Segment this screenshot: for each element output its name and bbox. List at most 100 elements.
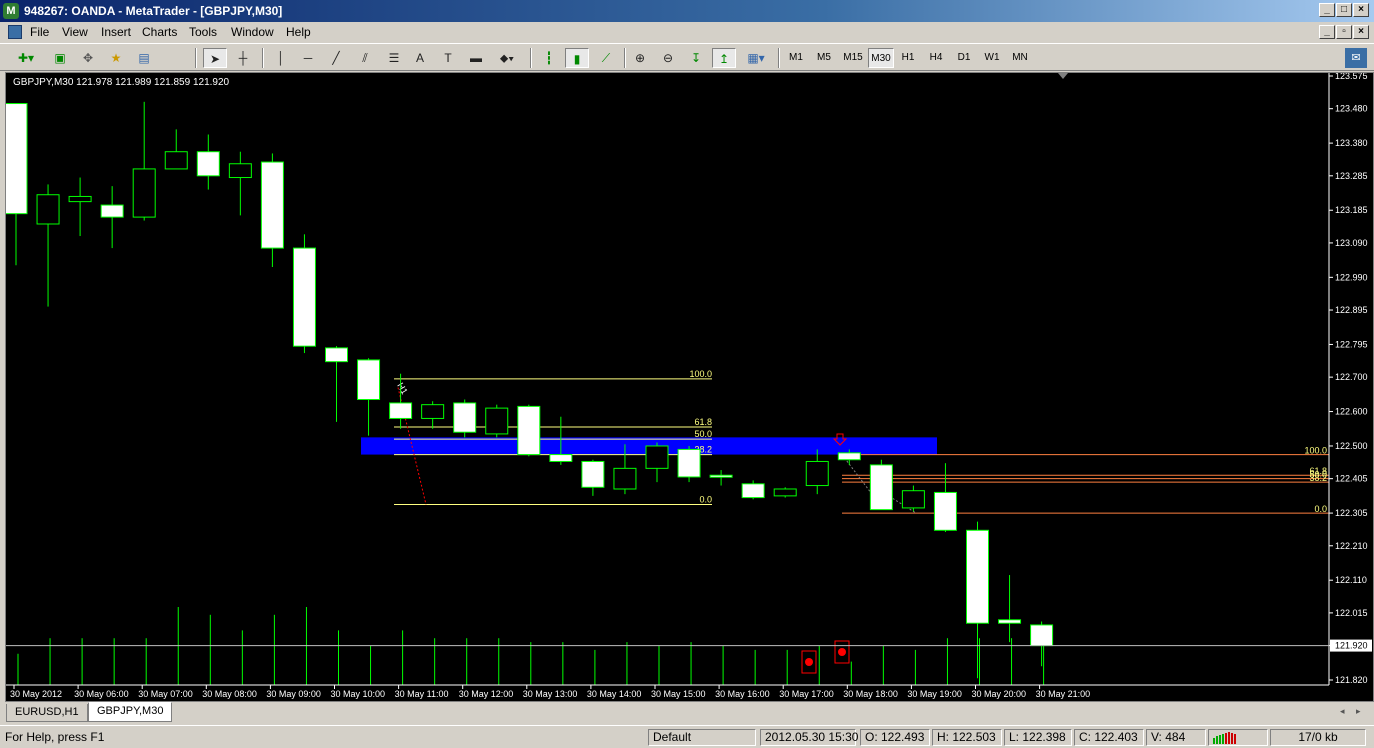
candle-body xyxy=(741,483,765,499)
candle-body xyxy=(325,347,348,363)
text-label-icon[interactable]: T xyxy=(438,48,458,68)
candlestick-icon[interactable]: ▮ xyxy=(565,48,589,68)
candle-body xyxy=(933,491,957,531)
timeframe-m15[interactable]: M15 xyxy=(840,48,866,68)
price-axis-label: 122.990 xyxy=(1335,272,1368,282)
price-axis-label: 122.015 xyxy=(1335,608,1368,618)
close-button[interactable]: × xyxy=(1353,3,1369,17)
candle-body xyxy=(966,529,989,624)
indicators-icon[interactable]: ▦▾ xyxy=(742,48,770,68)
maximize-button[interactable]: □ xyxy=(1336,3,1352,17)
chart-window[interactable]: 100.0 61.8 50.0 38.2 0.0 H1 100.0 61.8 50.0 38.2 0… xyxy=(5,72,1374,702)
new-chart-icon[interactable]: ✚▾ xyxy=(12,48,40,68)
candle-body xyxy=(100,204,124,218)
candle-body xyxy=(6,103,28,215)
app-icon: M xyxy=(3,3,19,19)
equidistant-channel-icon[interactable]: ⫽ xyxy=(354,48,376,68)
text-tool-icon[interactable]: A xyxy=(410,48,430,68)
status-volume: V: 484 xyxy=(1146,729,1206,746)
connection-icon xyxy=(1208,729,1268,746)
price-axis-label: 122.210 xyxy=(1335,541,1368,551)
timeframe-h1[interactable]: H1 xyxy=(896,48,920,68)
chart-shift-icon[interactable]: ↥ xyxy=(712,48,736,68)
rectangle-icon[interactable]: ▬ xyxy=(466,48,486,68)
menu-view[interactable]: View xyxy=(62,25,88,39)
fib-level-label: 61.8 xyxy=(694,417,712,427)
price-axis-label: 122.500 xyxy=(1335,441,1368,451)
time-axis-label: 30 May 14:00 xyxy=(587,689,642,699)
menu-help[interactable]: Help xyxy=(286,25,311,39)
price-axis-label: 123.380 xyxy=(1335,138,1368,148)
candle-body xyxy=(837,452,861,461)
document-icon[interactable] xyxy=(8,25,22,39)
status-high: H: 122.503 xyxy=(932,729,1002,746)
chat-icon[interactable]: ✉ xyxy=(1345,48,1367,68)
price-axis-label: 122.700 xyxy=(1335,372,1368,382)
wave-label: H1 xyxy=(395,381,409,396)
status-traffic: 17/0 kb xyxy=(1270,729,1366,746)
arrows-icon[interactable]: ⬥▾ xyxy=(494,48,520,68)
minimize-button[interactable]: _ xyxy=(1319,3,1335,17)
status-low: L: 122.398 xyxy=(1004,729,1072,746)
tab-scroll-right-icon[interactable]: ▸ xyxy=(1356,706,1361,717)
price-axis-label: 122.405 xyxy=(1335,474,1368,484)
vertical-line-icon[interactable]: │ xyxy=(272,48,290,68)
tab-eurusd-h1[interactable]: EURUSD,H1 xyxy=(6,704,88,722)
timeframe-d1[interactable]: D1 xyxy=(952,48,976,68)
menu-tools[interactable]: Tools xyxy=(189,25,217,39)
child-restore-button[interactable]: ▫ xyxy=(1336,25,1352,39)
child-minimize-button[interactable]: _ xyxy=(1319,25,1335,39)
menu-file[interactable]: File xyxy=(30,25,49,39)
status-open: O: 122.493 xyxy=(860,729,930,746)
menu-window[interactable]: Window xyxy=(231,25,274,39)
timeframe-m30[interactable]: M30 xyxy=(868,48,894,68)
horizontal-line-icon[interactable]: ─ xyxy=(298,48,318,68)
trendline-icon[interactable]: ╱ xyxy=(326,48,346,68)
time-axis-label: 30 May 09:00 xyxy=(266,689,321,699)
timeframe-w1[interactable]: W1 xyxy=(980,48,1004,68)
line-chart-icon[interactable]: ⟋ xyxy=(595,48,617,68)
price-axis-label: 122.110 xyxy=(1335,575,1367,585)
time-axis-label: 30 May 18:00 xyxy=(843,689,898,699)
menu-charts[interactable]: Charts xyxy=(142,25,177,39)
chart-header: GBPJPY,M30 121.978 121.989 121.859 121.9… xyxy=(13,77,230,88)
timeframe-m1[interactable]: M1 xyxy=(784,48,808,68)
crosshair-nav-icon[interactable]: ✥ xyxy=(78,48,98,68)
status-help: For Help, press F1 xyxy=(5,730,105,744)
bar-chart-icon[interactable]: ┇ xyxy=(538,48,560,68)
price-axis-label: 122.895 xyxy=(1335,305,1368,315)
cursor-icon[interactable]: ➤ xyxy=(203,48,227,68)
price-axis-label: 121.820 xyxy=(1335,675,1368,685)
price-chart[interactable]: 100.061.850.038.20.0H1100.061.850.038.20… xyxy=(6,73,1373,701)
fib2-level-label: 0.0 xyxy=(1314,504,1327,514)
candle-body xyxy=(485,407,509,435)
auto-scroll-icon[interactable]: ↧ xyxy=(686,48,706,68)
tab-scroll-left-icon[interactable]: ◂ xyxy=(1340,706,1345,717)
navigator-icon[interactable]: ★ xyxy=(106,48,126,68)
status-profile: Default xyxy=(648,729,756,746)
time-axis-label: 30 May 08:00 xyxy=(202,689,257,699)
price-axis-label: 122.600 xyxy=(1335,407,1368,417)
fibonacci-icon[interactable]: ☰ xyxy=(384,48,404,68)
market-watch-icon[interactable]: ▣ xyxy=(50,48,70,68)
tab-gbpjpy-m30[interactable]: GBPJPY,M30 xyxy=(88,702,173,722)
timeframe-h4[interactable]: H4 xyxy=(924,48,948,68)
child-close-button[interactable]: × xyxy=(1353,25,1369,39)
terminal-icon[interactable]: ▤ xyxy=(134,48,154,68)
candle-body xyxy=(581,460,605,488)
zoom-in-icon[interactable]: ⊕ xyxy=(630,48,650,68)
time-axis-label: 30 May 20:00 xyxy=(972,689,1027,699)
candle-body xyxy=(164,151,188,170)
zoom-out-icon[interactable]: ⊖ xyxy=(658,48,678,68)
sell-signal-dot xyxy=(838,648,846,656)
time-axis-label: 30 May 10:00 xyxy=(331,689,386,699)
timeframe-mn[interactable]: MN xyxy=(1008,48,1032,68)
candle-body xyxy=(1030,624,1054,647)
candle-body xyxy=(132,168,156,218)
candle-body xyxy=(389,402,413,419)
status-datetime: 2012.05.30 15:30 xyxy=(760,729,858,746)
menu-bar: File View Insert Charts Tools Window Hel… xyxy=(0,22,1374,42)
crosshair-icon[interactable]: ┼ xyxy=(232,48,254,68)
timeframe-m5[interactable]: M5 xyxy=(812,48,836,68)
menu-insert[interactable]: Insert xyxy=(101,25,131,39)
